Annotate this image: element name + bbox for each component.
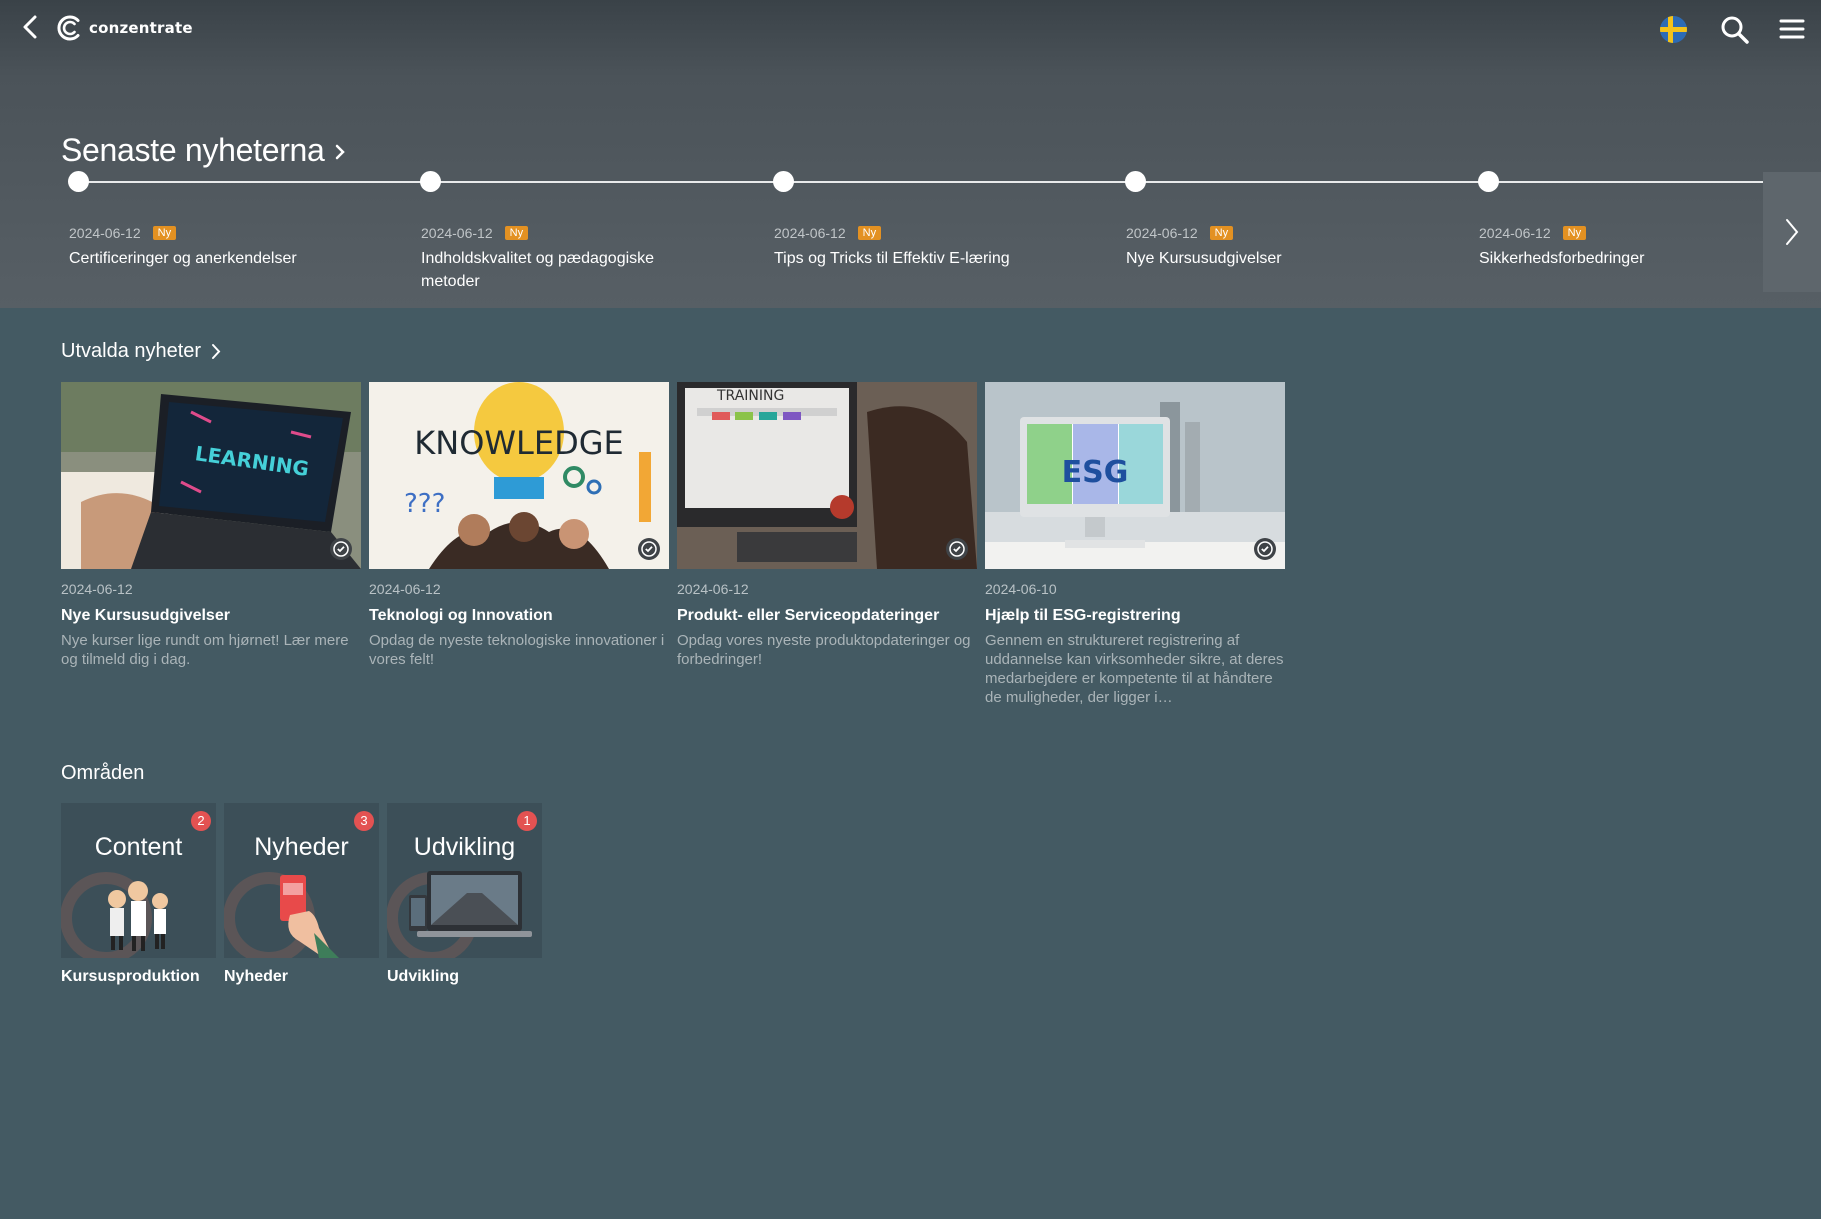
card-title: Teknologi og Innovation [369, 607, 553, 624]
featured-card[interactable]: ESG 2024-06-10 Hjælp til ESG-registrerin… [985, 382, 1285, 707]
areas-title: Områden [61, 762, 145, 784]
area-label: Kursusproduktion [61, 968, 200, 985]
timeline-line [78, 181, 1763, 183]
timeline-item-date: 2024-06-12 [1479, 225, 1551, 241]
read-check-icon [330, 538, 352, 560]
read-check-icon [946, 538, 968, 560]
card-description: Opdag vores nyeste produktopdateringer o… [677, 632, 971, 668]
area-image: Nyheder 3 [224, 803, 379, 958]
card-image: KNOWLEDGE ??? [369, 382, 669, 569]
timeline-dot [420, 171, 441, 192]
area-image-word: Nyheder [254, 833, 349, 861]
timeline-item[interactable]: 2024-06-12 Ny Nye Kursusudgivelser [1126, 225, 1456, 270]
chevron-right-icon [335, 144, 345, 159]
timeline-item[interactable]: 2024-06-12 Ny Tips og Tricks til Effektiv… [774, 225, 1104, 270]
language-flag-icon[interactable] [1660, 16, 1687, 43]
area-image-word: Content [94, 833, 183, 861]
featured-card[interactable]: KNOWLEDGE ??? 2024-06-12 Teknologi og In… [369, 382, 669, 669]
timeline-item-title: Indholdskvalitet og pædagogiske metoder [421, 250, 655, 290]
latest-news-hero: conzentrate Senaste nyheterna 2024-06-12… [0, 0, 1821, 308]
card-description: Opdag de nyeste teknologiske innovatione… [369, 632, 665, 668]
area-image: Udvikling 1 [387, 803, 542, 958]
search-button[interactable] [1719, 14, 1751, 46]
menu-button[interactable] [1778, 15, 1806, 43]
timeline-item-date: 2024-06-12 [421, 225, 493, 241]
new-badge: Ny [1562, 226, 1587, 240]
timeline-item[interactable]: 2024-06-12 Ny Certificeringer og anerkend… [69, 225, 399, 270]
back-button[interactable] [16, 12, 46, 42]
featured-card[interactable]: LEARNING 2024-06-12 Nye Kursusudgivelser… [61, 382, 361, 669]
timeline-dot [1478, 171, 1499, 192]
featured-news-heading[interactable]: Utvalda nyheter [61, 340, 221, 363]
timeline-dot [773, 171, 794, 192]
card-title: Produkt- eller Serviceopdateringer [677, 607, 940, 624]
timeline-next-button[interactable] [1763, 172, 1821, 292]
new-badge: Ny [152, 226, 177, 240]
conzentrate-logo-icon [57, 15, 80, 41]
hamburger-menu-icon [1779, 19, 1805, 39]
area-label: Nyheder [224, 968, 289, 985]
areas-heading: Områden [61, 762, 144, 785]
svg-text:KNOWLEDGE: KNOWLEDGE [414, 424, 623, 462]
top-bar: conzentrate [0, 0, 1821, 56]
chevron-left-icon [23, 15, 37, 39]
area-tile-nyheder[interactable]: Nyheder 3 Nyheder [224, 803, 379, 986]
timeline-item-date: 2024-06-12 [774, 225, 846, 241]
timeline-dot [68, 171, 89, 192]
card-description: Gennem en struktureret registrering af u… [985, 632, 1284, 706]
new-badge: Ny [504, 226, 529, 240]
svg-text:ESG: ESG [1062, 455, 1129, 490]
card-date: 2024-06-10 [985, 581, 1057, 597]
card-title: Nye Kursusudgivelser [61, 607, 230, 624]
area-tile-udvikling[interactable]: Udvikling 1 Udvikling [387, 803, 542, 986]
timeline-item-date: 2024-06-12 [1126, 225, 1198, 241]
featured-news-title: Utvalda nyheter [61, 340, 202, 362]
area-count-badge: 2 [191, 811, 211, 831]
new-badge: Ny [857, 226, 882, 240]
timeline-item[interactable]: 2024-06-12 Ny Indholdskvalitet og pædagog… [421, 225, 691, 293]
new-badge: Ny [1209, 226, 1234, 240]
timeline-item-date: 2024-06-12 [69, 225, 141, 241]
area-count-badge: 3 [354, 811, 374, 831]
logo[interactable]: conzentrate [56, 12, 193, 44]
timeline-dot [1125, 171, 1146, 192]
card-date: 2024-06-12 [61, 581, 133, 597]
svg-text:???: ??? [404, 489, 445, 519]
area-label: Udvikling [387, 968, 460, 985]
timeline-item-title: Certificeringer og anerkendelser [69, 250, 297, 267]
svg-text:TRAINING: TRAINING [716, 388, 784, 404]
chevron-right-icon [1786, 219, 1799, 245]
latest-news-title[interactable]: Senaste nyheterna [61, 132, 347, 169]
area-image: Content 2 [61, 803, 216, 958]
timeline-item-title: Nye Kursusudgivelser [1126, 250, 1282, 267]
area-image-word: Udvikling [413, 833, 516, 861]
card-title: Hjælp til ESG-registrering [985, 607, 1181, 624]
chevron-right-icon [212, 344, 221, 359]
read-check-icon [638, 538, 660, 560]
card-image: LEARNING [61, 382, 361, 569]
card-date: 2024-06-12 [369, 581, 441, 597]
card-date: 2024-06-12 [677, 581, 749, 597]
read-check-icon [1254, 538, 1276, 560]
area-count-badge: 1 [517, 811, 537, 831]
card-description: Nye kurser lige rundt om hjørnet! Lær me… [61, 632, 349, 668]
latest-news-title-text: Senaste nyheterna [61, 132, 325, 168]
card-image: TRAINING [677, 382, 977, 569]
timeline-item-title: Tips og Tricks til Effektiv E-læring [774, 250, 1010, 267]
search-icon [1721, 16, 1749, 44]
logo-text: conzentrate [89, 19, 193, 37]
timeline-item[interactable]: 2024-06-12 Ny Sikkerhedsforbedringer [1479, 225, 1749, 270]
timeline-item-title: Sikkerhedsforbedringer [1479, 250, 1645, 267]
featured-card[interactable]: TRAINING 2024-06-12 Produkt- eller Servi… [677, 382, 977, 669]
card-image: ESG [985, 382, 1285, 569]
area-tile-kursusproduktion[interactable]: Content 2 Kursusproduktion [61, 803, 216, 986]
